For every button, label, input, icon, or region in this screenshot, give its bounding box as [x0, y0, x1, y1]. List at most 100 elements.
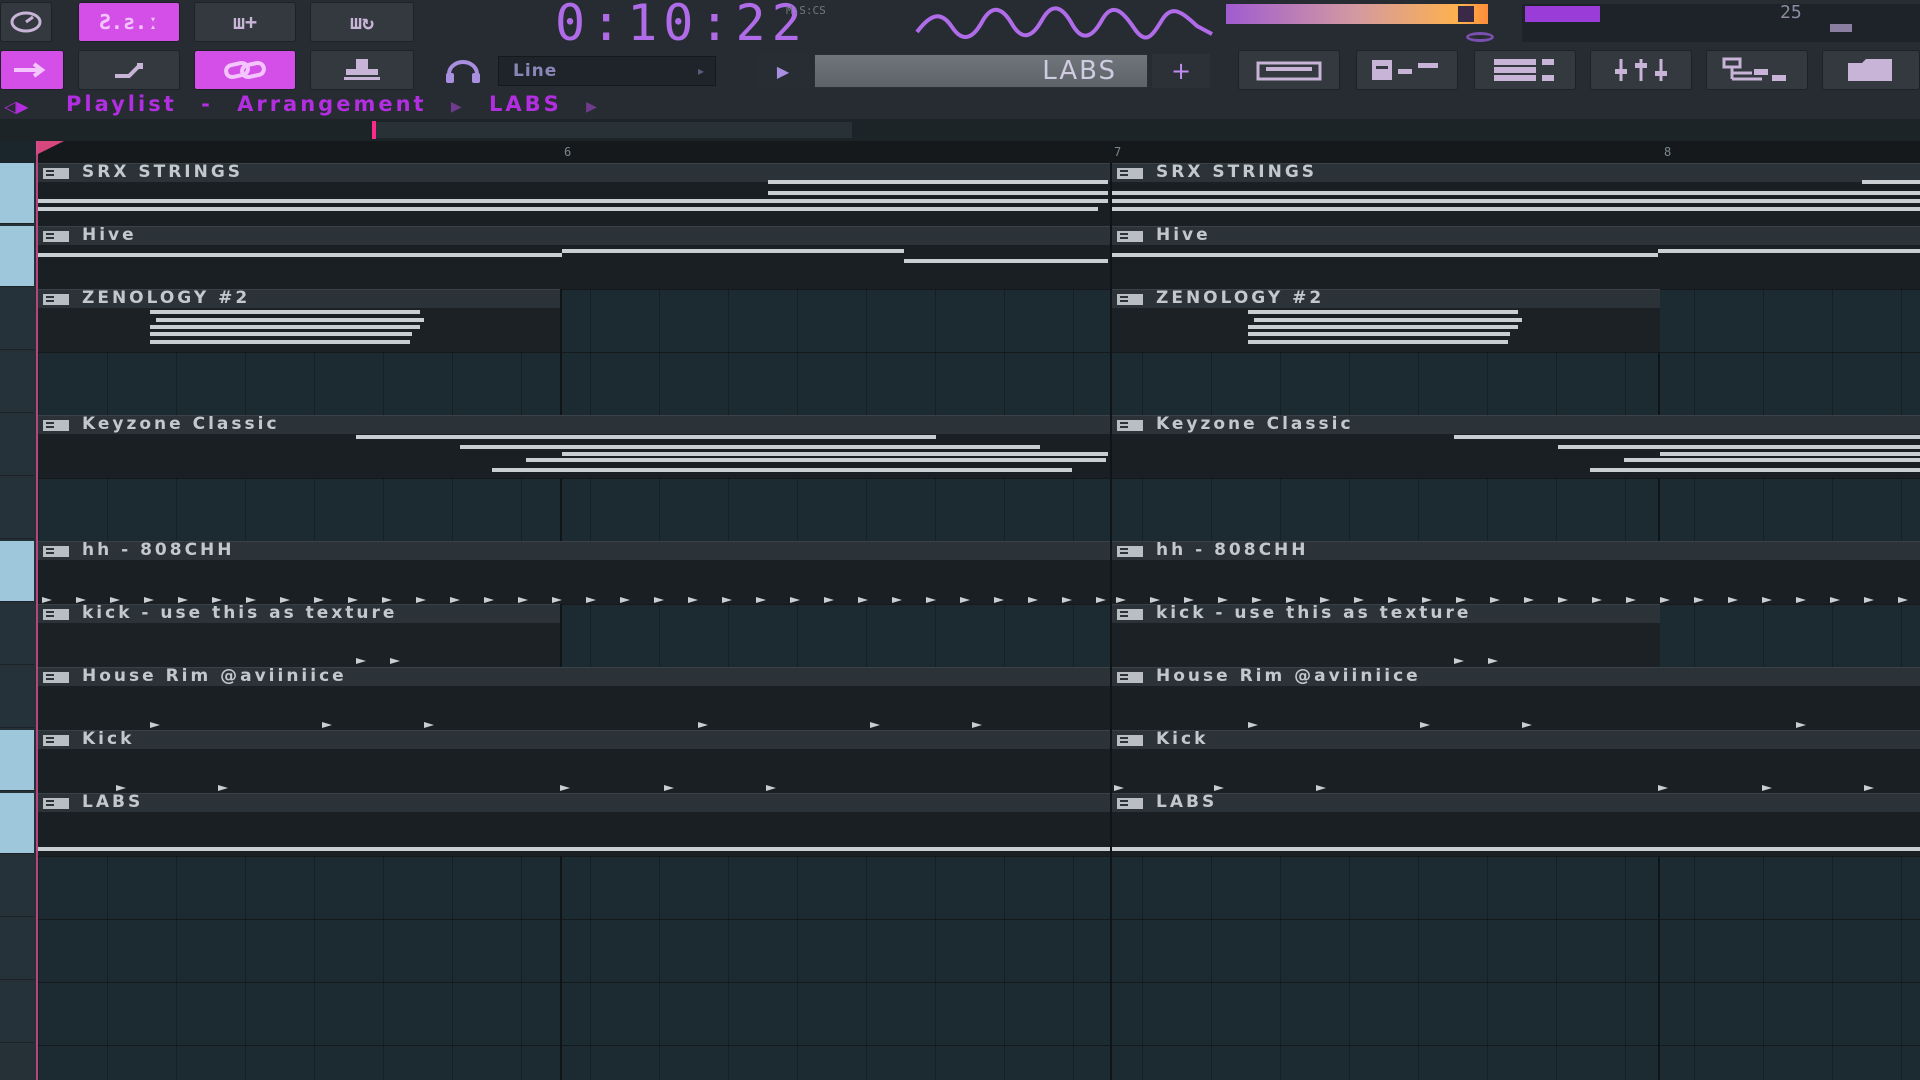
clip-name: House Rim @aviiniice	[1156, 667, 1421, 686]
clip-menu-icon[interactable]	[43, 798, 69, 809]
clip-menu-icon[interactable]	[43, 546, 69, 557]
clip-srx-strings[interactable]: SRX STRINGS	[38, 163, 1110, 226]
clip-menu-icon[interactable]	[1117, 609, 1143, 620]
slide-tool-button[interactable]	[78, 50, 180, 90]
timeline-ruler[interactable]: 6 7 8	[36, 141, 1920, 163]
track-header-keyzone[interactable]	[0, 415, 34, 476]
hit	[356, 658, 366, 664]
overview-playhead	[372, 121, 376, 139]
clip-menu-icon[interactable]	[1117, 168, 1143, 179]
step-edit-button[interactable]: ш+	[194, 2, 296, 42]
piano-roll-button[interactable]	[1238, 50, 1340, 90]
note	[768, 180, 1108, 184]
snap-select[interactable]: Line ▸	[498, 56, 716, 86]
clip-menu-icon[interactable]	[1117, 231, 1143, 242]
clip-menu-icon[interactable]	[1117, 735, 1143, 746]
clip-hive[interactable]: Hive	[38, 226, 1110, 289]
playlist-overview-strip[interactable]	[0, 119, 1920, 141]
track-header-empty-4[interactable]	[0, 919, 34, 980]
clip-menu-icon[interactable]	[43, 735, 69, 746]
clip-name: Kick	[1156, 730, 1209, 749]
track-header-hive[interactable]	[0, 226, 34, 287]
clip-srx-strings[interactable]: SRX STRINGS	[1112, 163, 1920, 226]
hit	[382, 597, 392, 603]
nav-arrows-icon[interactable]: ◁▶	[4, 97, 29, 116]
clip-zenology[interactable]: ZENOLOGY #2	[1112, 289, 1660, 352]
tool-arrow-button[interactable]	[0, 50, 64, 90]
channel-rack-button[interactable]	[1356, 50, 1458, 90]
clip-kick-texture[interactable]: kick - use this as texture	[1112, 604, 1660, 667]
stamp-tool-button[interactable]	[310, 50, 414, 90]
track-header-srx-strings[interactable]	[0, 163, 34, 224]
clip-keyzone-classic[interactable]: Keyzone Classic	[38, 415, 1110, 478]
clip-hh-808chh[interactable]: hh - 808CHH	[1112, 541, 1920, 604]
track-header-empty-3[interactable]	[0, 856, 34, 917]
track-header-empty-1[interactable]	[0, 352, 34, 413]
clip-kick[interactable]: Kick	[38, 730, 1110, 793]
playlist-button[interactable]	[1474, 50, 1576, 90]
add-icon: +	[1170, 57, 1192, 85]
loop-record-button[interactable]: ш↻	[310, 2, 414, 42]
track-header-house-rim[interactable]	[0, 667, 34, 728]
clip-labs[interactable]: LABS	[38, 793, 1110, 856]
clip-kick[interactable]: Kick	[1112, 730, 1920, 793]
clip-menu-icon[interactable]	[43, 294, 69, 305]
note	[38, 847, 1110, 851]
master-volume-knob[interactable]	[1466, 32, 1494, 42]
clip-hive[interactable]: Hive	[1112, 226, 1920, 289]
clip-house-rim[interactable]: House Rim @aviiniice	[1112, 667, 1920, 730]
song-start-marker[interactable]	[36, 141, 64, 155]
metronome-button[interactable]	[0, 2, 52, 42]
clip-zenology[interactable]: ZENOLOGY #2	[38, 289, 560, 352]
track-header-kick[interactable]	[0, 730, 34, 791]
browser-button[interactable]	[1706, 50, 1808, 90]
hit	[1694, 597, 1704, 603]
clip-house-rim[interactable]: House Rim @aviiniice	[38, 667, 1110, 730]
breadcrumb-item-arrangement[interactable]: Arrangement	[237, 92, 426, 116]
hit	[926, 597, 936, 603]
track-header-empty-2[interactable]	[0, 478, 34, 539]
clip-name: LABS	[82, 793, 144, 812]
playhead[interactable]	[36, 141, 38, 1080]
overview-viewport[interactable]	[376, 122, 852, 138]
track-header-empty-5[interactable]	[0, 982, 34, 1043]
clip-kick-texture[interactable]: kick - use this as texture	[38, 604, 560, 667]
clip-hh-808chh[interactable]: hh - 808CHH	[38, 541, 1110, 604]
waveform-monitor	[915, 6, 1213, 40]
time-display[interactable]: 0:10:22 M:S:CS	[430, 0, 900, 52]
breadcrumb-item-pattern[interactable]: LABS	[489, 92, 562, 116]
fl-studio-window: Ƨ.ƨ.ː ш+ ш↻ 0:10:22 M:S:CS 25 Line ▸ ▶ L…	[0, 0, 1920, 1080]
pattern-select[interactable]: LABS	[814, 54, 1148, 88]
master-volume-meter	[1226, 4, 1488, 24]
pattern-play-button[interactable]: ▶	[756, 54, 810, 88]
clip-menu-icon[interactable]	[43, 420, 69, 431]
clip-menu-icon[interactable]	[1117, 672, 1143, 683]
track-header-hh[interactable]	[0, 541, 34, 602]
tempo-slider[interactable]	[1830, 24, 1852, 32]
hit	[722, 597, 732, 603]
track-header-zenology[interactable]	[0, 289, 34, 350]
clip-menu-icon[interactable]	[1117, 420, 1143, 431]
track-header-labs[interactable]	[0, 793, 34, 854]
hit	[994, 597, 1004, 603]
hit	[218, 785, 228, 791]
pat-song-toggle[interactable]: Ƨ.ƨ.ː	[78, 2, 180, 42]
clip-menu-icon[interactable]	[1117, 546, 1143, 557]
ruler-bar-8: 8	[1664, 145, 1672, 159]
clip-keyzone-classic[interactable]: Keyzone Classic	[1112, 415, 1920, 478]
note	[1248, 332, 1510, 336]
folder-button[interactable]	[1822, 50, 1920, 90]
add-pattern-button[interactable]: +	[1152, 54, 1210, 88]
clip-menu-icon[interactable]	[1117, 798, 1143, 809]
clip-menu-icon[interactable]	[43, 231, 69, 242]
mixer-button[interactable]	[1590, 50, 1692, 90]
link-tool-button[interactable]	[194, 50, 296, 90]
track-header-kick-texture[interactable]	[0, 604, 34, 665]
clip-menu-icon[interactable]	[43, 168, 69, 179]
clip-menu-icon[interactable]	[43, 609, 69, 620]
clip-menu-icon[interactable]	[43, 672, 69, 683]
headphones-button[interactable]	[436, 56, 490, 86]
note	[1112, 253, 1658, 257]
clip-menu-icon[interactable]	[1117, 294, 1143, 305]
clip-labs[interactable]: LABS	[1112, 793, 1920, 856]
